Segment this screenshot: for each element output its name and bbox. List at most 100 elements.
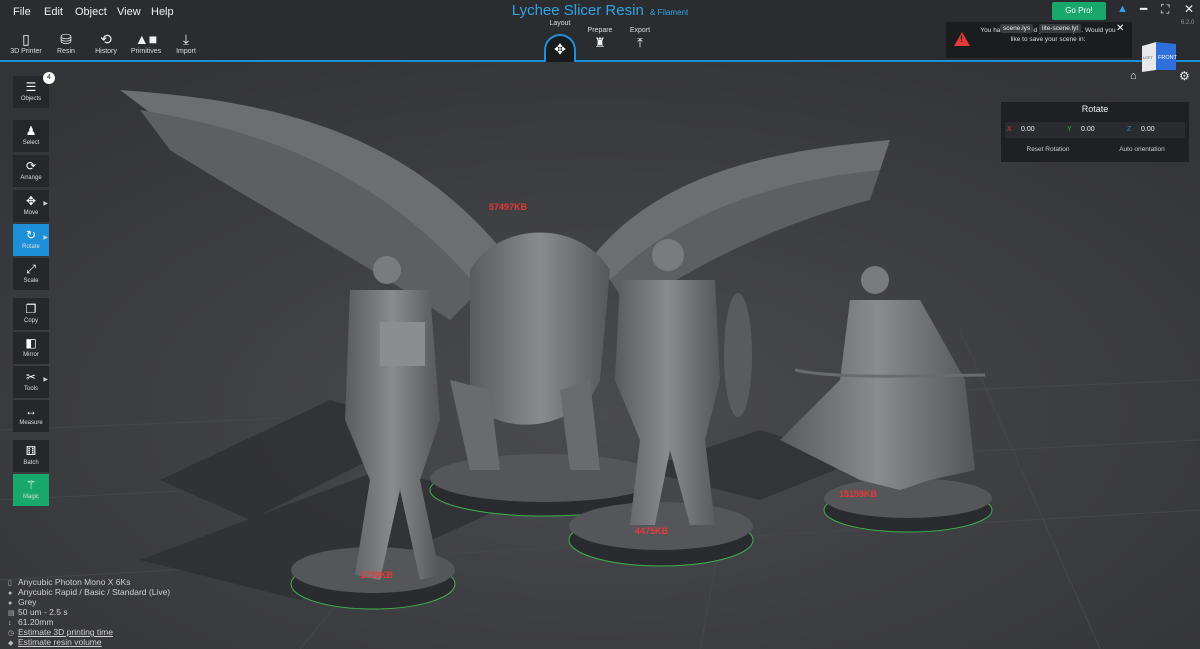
model-size-label-lion: 57497KB [489, 202, 528, 212]
select-tool[interactable]: ♟ Select [13, 120, 49, 152]
save-lys-option[interactable]: scene.lys [1000, 24, 1034, 33]
rotate-y-field[interactable]: Y 0.00 [1065, 122, 1125, 138]
maximize-icon[interactable]: ⛶ [1161, 2, 1169, 17]
history-button[interactable]: ⟲ History [86, 30, 126, 55]
tab-layout-label: Layout [549, 20, 571, 27]
measure-arrows-icon: ↔ [25, 404, 37, 418]
estimate-volume-link[interactable]: Estimate resin volume [18, 637, 102, 647]
select-label: Select [22, 140, 40, 146]
copy-tool[interactable]: ❐ Copy [13, 298, 49, 330]
printer-label: 3D Printer [10, 48, 42, 55]
close-icon[interactable]: ✕ [1184, 2, 1194, 16]
scale-label: Scale [23, 278, 39, 284]
import-label: Import [176, 48, 196, 55]
export-icon: ⤒ [637, 35, 643, 50]
status-layer: 50 um - 2.5 s [18, 607, 68, 617]
status-profile: Anycubic Rapid / Basic / Standard (Live) [18, 587, 171, 597]
rotate-x-field[interactable]: X 0.00 [1005, 122, 1065, 138]
menu-edit[interactable]: Edit [44, 6, 63, 18]
submenu-arrow-icon: ▶ [43, 235, 48, 241]
batch-dice-icon: ⚅ [25, 444, 37, 458]
app-subtitle: & Filament [649, 8, 689, 17]
estimate-time-link[interactable]: Estimate 3D printing time [18, 627, 113, 637]
move-tool[interactable]: ✥ Move ▶ [13, 190, 49, 222]
resin-label: Resin [57, 48, 75, 55]
clock-icon: ◷ [8, 630, 15, 637]
scale-tool[interactable]: ⤢ Scale [13, 258, 49, 290]
submenu-arrow-icon: ▶ [43, 377, 48, 383]
settings-gear-icon[interactable]: ⚙ [1179, 69, 1190, 83]
scale-icon: ⤢ [26, 262, 36, 276]
go-pro-button[interactable]: Go Pro! [1052, 2, 1106, 20]
primitives-button[interactable]: ▲■ Primitives [126, 30, 166, 55]
rotate-z-field[interactable]: Z 0.00 [1125, 122, 1185, 138]
palette-icon: ● [8, 600, 13, 607]
minimize-icon[interactable]: ━ [1140, 2, 1147, 16]
status-color: Grey [18, 597, 37, 607]
printer-button[interactable]: ▯ 3D Printer [6, 30, 46, 55]
supports-icon: ♜ [594, 35, 606, 50]
z-axis-label: Z [1127, 126, 1132, 133]
batch-tool[interactable]: ⚅ Batch [13, 440, 49, 472]
move-arrows-icon: ✥ [554, 40, 566, 57]
save-lyt-option[interactable]: lite-scene.lyt [1039, 24, 1082, 33]
layers-icon: ▤ [8, 610, 15, 617]
lychee-slicer-window: 57497KB 1720KB 4475KB 15159KB File Edit … [0, 0, 1200, 649]
mirror-tool[interactable]: ◧ Mirror [13, 332, 49, 364]
tab-prepare[interactable]: Prepare ♜ [580, 27, 620, 52]
notification-close-icon[interactable]: ✕ [1116, 23, 1124, 34]
select-user-icon: ♟ [25, 124, 37, 138]
model-size-label-girl: 1720KB [360, 570, 394, 580]
primitives-icon: ▲■ [134, 31, 158, 47]
version-text: 6.2.0 [1181, 20, 1195, 26]
home-view-icon[interactable]: ⌂ [1130, 70, 1137, 82]
rotate-label: Rotate [22, 244, 40, 250]
primitives-label: Primitives [130, 48, 162, 55]
estimate-volume-row[interactable]: ◆ Estimate resin volume [8, 638, 170, 648]
menu-help[interactable]: Help [151, 6, 174, 18]
rotate-tool[interactable]: ↻ Rotate ▶ [13, 224, 49, 256]
tools-menu[interactable]: ✂ Tools ▶ [13, 366, 49, 398]
magic-wand-icon: ⚚ [25, 478, 37, 492]
history-label: History [95, 48, 117, 55]
resin-bottle-icon: ⛁ [60, 31, 72, 47]
rotate-panel: Rotate X 0.00 Y 0.00 Z 0.00 Reset Rotation … [1001, 102, 1189, 162]
batch-label: Batch [23, 460, 39, 466]
history-icon: ⟲ [100, 31, 112, 47]
model-size-label-archer: 15159KB [839, 489, 878, 499]
tools-label: Tools [23, 386, 38, 392]
mirror-label: Mirror [23, 352, 39, 358]
view-cube[interactable]: FRONT LEFT [1140, 40, 1178, 74]
y-axis-label: Y [1067, 126, 1072, 133]
measure-tool[interactable]: ↔ Measure [13, 400, 49, 432]
import-icon: ⤓ [182, 31, 190, 47]
arrange-tool[interactable]: ⟳ Arrange [13, 155, 49, 187]
reset-rotation-button[interactable]: Reset Rotation [1003, 146, 1093, 153]
objects-label: Objects [20, 96, 42, 102]
submenu-arrow-icon: ▶ [43, 201, 48, 207]
import-button[interactable]: ⤓ Import [166, 30, 206, 55]
auto-orientation-button[interactable]: Auto orientation [1097, 146, 1187, 153]
alert-icon [954, 32, 970, 46]
prepare-label: Prepare [587, 27, 613, 34]
status-printer: Anycubic Photon Mono X 6Ks [18, 577, 131, 587]
model-size-label-warrior: 4475KB [635, 526, 669, 536]
printer-icon: ▯ [22, 31, 30, 47]
resin-button[interactable]: ⛁ Resin [46, 30, 86, 55]
export-label: Export [629, 27, 651, 34]
printer-status-info: ▯ Anycubic Photon Mono X 6Ks ● Anycubic Ra… [8, 578, 170, 648]
resin-small-icon: ● [8, 590, 13, 597]
printer-small-icon: ▯ [8, 580, 12, 587]
arrange-label: Arrange [20, 175, 42, 181]
status-height: 61.20mm [18, 617, 54, 627]
z-value: 0.00 [1141, 126, 1155, 133]
tab-layout[interactable]: ✥ [544, 34, 576, 62]
menu-view[interactable]: View [117, 6, 141, 18]
menu-object[interactable]: Object [75, 6, 107, 18]
measure-label: Measure [19, 420, 43, 426]
app-title: Lychee Slicer Resin & Filament [0, 2, 1200, 19]
menu-file[interactable]: File [13, 6, 31, 18]
magic-tool[interactable]: ⚚ Magic [13, 474, 49, 506]
warning-icon[interactable]: ▲ [1117, 3, 1128, 15]
tab-export[interactable]: Export ⤒ [620, 27, 660, 52]
